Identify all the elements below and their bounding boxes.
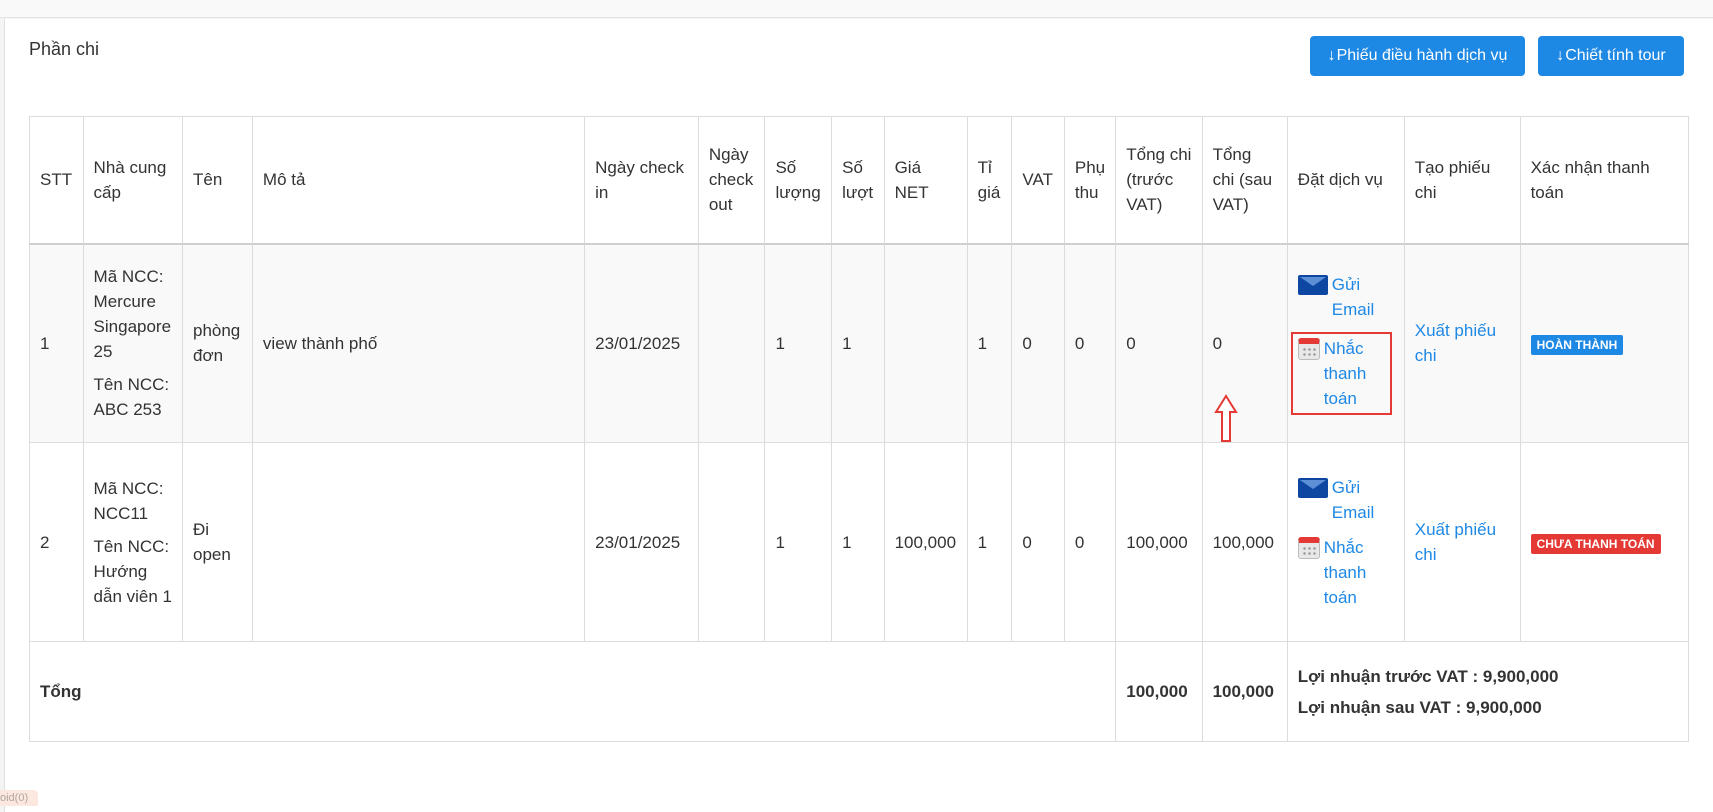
col-vat: VAT	[1011, 116, 1065, 245]
service-order-button[interactable]: ↓ Phiếu điều hành dịch vụ	[1310, 36, 1525, 76]
col-quantity: Số lượng	[764, 116, 833, 245]
profit-summary: Lợi nhuận trước VAT : 9,900,000 Lợi nhuậ…	[1286, 641, 1690, 742]
status-badge: CHƯA THANH TOÁN	[1530, 533, 1661, 554]
col-supplier: Nhà cung cấp	[82, 116, 183, 245]
send-email-label: Gửi Email	[1331, 477, 1375, 522]
col-total-after: Tổng chi (sau VAT)	[1201, 116, 1288, 245]
remind-payment-label: Nhắc thanh toán	[1323, 537, 1367, 607]
cell-description: view thành phố	[251, 243, 586, 443]
cell-checkout	[697, 442, 766, 642]
col-create-voucher: Tạo phiếu chi	[1403, 116, 1521, 245]
calendar-icon	[1297, 536, 1320, 559]
section-title: Phần chi	[29, 39, 100, 59]
cell-turns: 1	[831, 442, 885, 642]
status-badge: HOÀN THÀNH	[1530, 334, 1624, 355]
col-booking: Đặt dịch vụ	[1286, 116, 1405, 245]
cell-surcharge: 0	[1063, 243, 1117, 443]
download-arrow-icon: ↓	[1327, 47, 1336, 64]
col-surcharge: Phụ thu	[1063, 116, 1117, 245]
export-voucher-link[interactable]: Xuất phiếu chi	[1403, 442, 1521, 642]
remind-payment-link[interactable]: Nhắc thanh toán	[1297, 535, 1394, 610]
cell-vat: 0	[1011, 442, 1065, 642]
send-email-link[interactable]: Gửi Email	[1297, 272, 1394, 322]
cell-name: Đi open	[181, 442, 253, 642]
profit-before-vat: Lợi nhuận trước VAT : 9,900,000	[1297, 666, 1559, 686]
cell-rate: 1	[966, 243, 1013, 443]
col-net-price: Giá NET	[883, 116, 968, 245]
expense-table: STT Nhà cung cấp Tên Mô tả Ngày check in…	[28, 116, 1690, 742]
col-turns: Số lượt	[831, 116, 885, 245]
total-after-value: 100,000	[1201, 641, 1288, 742]
table-row: 1 Mã NCC: Mercure Singapore 25 Tên NCC: …	[29, 243, 1690, 443]
remind-payment-label: Nhắc thanh toán	[1323, 338, 1367, 408]
col-name: Tên	[181, 116, 253, 245]
table-row: 2 Mã NCC: NCC11 Tên NCC: Hướng dẫn viên …	[29, 442, 1690, 642]
total-label: Tổng	[28, 641, 1117, 742]
cell-supplier: Mã NCC: Mercure Singapore 25 Tên NCC: AB…	[82, 243, 183, 443]
total-row: Tổng 100,000 100,000 Lợi nhuận trước VAT…	[28, 641, 1690, 742]
send-email-label: Gửi Email	[1331, 274, 1375, 319]
cell-checkin: 23/01/2025	[584, 442, 699, 642]
col-description: Mô tả	[251, 116, 586, 245]
mail-icon	[1297, 477, 1328, 498]
cell-status: CHƯA THANH TOÁN	[1519, 442, 1690, 642]
cell-surcharge: 0	[1063, 442, 1117, 642]
col-confirm-payment: Xác nhận thanh toán	[1519, 116, 1690, 245]
col-rate: Tỉ giá	[966, 116, 1013, 245]
supplier-name: Tên NCC: ABC 253	[93, 375, 170, 420]
cell-stt: 1	[29, 243, 84, 443]
cell-total-before: 0	[1115, 243, 1203, 443]
cell-net-price: 100,000	[883, 442, 968, 642]
cell-total-before: 100,000	[1115, 442, 1203, 642]
calendar-icon	[1297, 337, 1320, 360]
cell-net-price	[883, 243, 968, 443]
cell-checkin: 23/01/2025	[584, 243, 699, 443]
cell-turns: 1	[831, 243, 885, 443]
service-order-label: Phiếu điều hành dịch vụ	[1336, 47, 1508, 64]
table-header-row: STT Nhà cung cấp Tên Mô tả Ngày check in…	[29, 116, 1690, 245]
cell-vat: 0	[1011, 243, 1065, 443]
status-bar-tag: oid(0)	[0, 790, 39, 806]
up-arrow-icon	[1214, 394, 1238, 442]
cell-stt: 2	[29, 442, 84, 642]
export-voucher-link[interactable]: Xuất phiếu chi	[1403, 243, 1521, 443]
cell-quantity: 1	[764, 442, 833, 642]
cell-status: HOÀN THÀNH	[1519, 243, 1690, 443]
download-arrow-icon: ↓	[1556, 47, 1565, 64]
cell-description	[251, 442, 586, 642]
tour-cost-label: Chiết tính tour	[1565, 47, 1666, 64]
cell-quantity: 1	[764, 243, 833, 443]
cell-supplier: Mã NCC: NCC11 Tên NCC: Hướng dẫn viên 1	[82, 442, 183, 642]
profit-after-vat: Lợi nhuận sau VAT : 9,900,000	[1297, 697, 1542, 717]
supplier-name: Tên NCC: Hướng dẫn viên 1	[93, 536, 172, 606]
col-checkout: Ngày check out	[697, 116, 766, 245]
supplier-code: Mã NCC: Mercure Singapore 25	[93, 267, 172, 362]
remind-payment-link[interactable]: Nhắc thanh toán	[1290, 331, 1392, 415]
col-total-before: Tổng chi (trước VAT)	[1115, 116, 1203, 245]
cell-checkout	[697, 243, 766, 443]
supplier-code: Mã NCC: NCC11	[93, 478, 164, 523]
expense-panel: Phần chi ↓ Phiếu điều hành dịch vụ ↓ Chi…	[4, 19, 1713, 812]
cell-total-after: 100,000	[1201, 442, 1288, 642]
top-strip	[0, 0, 1713, 18]
cell-name: phòng đơn	[181, 243, 253, 443]
send-email-link[interactable]: Gửi Email	[1297, 475, 1394, 525]
cell-rate: 1	[966, 442, 1013, 642]
col-stt: STT	[29, 116, 84, 245]
total-before-value: 100,000	[1115, 641, 1203, 742]
tour-cost-button[interactable]: ↓ Chiết tính tour	[1538, 36, 1684, 76]
cell-booking: Gửi Email Nhắc thanh toán	[1286, 442, 1405, 642]
cell-booking: Gửi Email Nhắc thanh toán	[1286, 243, 1405, 443]
col-checkin: Ngày check in	[584, 116, 699, 245]
mail-icon	[1297, 274, 1328, 295]
